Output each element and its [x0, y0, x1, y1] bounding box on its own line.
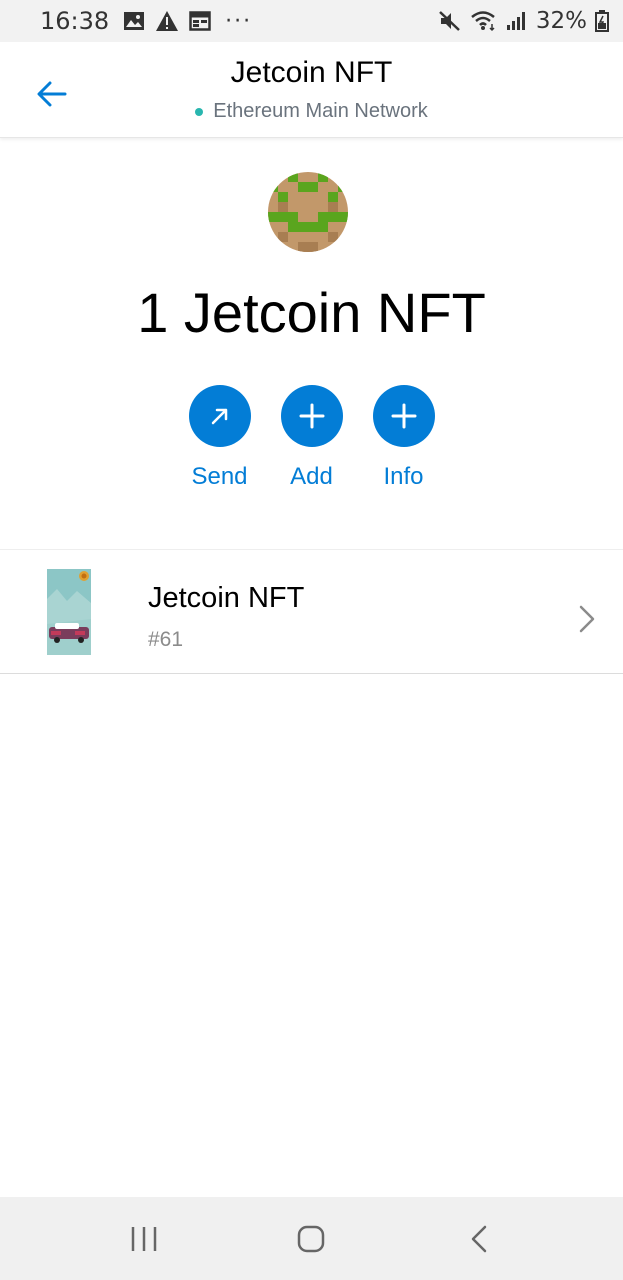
status-left: 16:38 ···: [40, 7, 252, 35]
system-back-button[interactable]: [449, 1209, 509, 1269]
network-indicator: Ethereum Main Network: [0, 100, 623, 123]
recent-apps-icon: [131, 1226, 157, 1251]
send-label: Send: [191, 463, 248, 490]
token-actions: Send Add Info: [0, 385, 623, 491]
plus-icon: [391, 403, 416, 429]
home-button[interactable]: [281, 1209, 341, 1269]
plus-icon: [299, 403, 324, 429]
back-icon: [471, 1225, 487, 1252]
app-header: Jetcoin NFT Ethereum Main Network: [0, 42, 623, 138]
network-name: Ethereum Main Network: [213, 100, 428, 122]
system-nav-bar: [0, 1197, 623, 1280]
calendar-icon: [189, 11, 211, 31]
send-button[interactable]: Send: [188, 385, 251, 491]
chevron-right-icon: [579, 605, 595, 633]
info-label: Info: [383, 463, 424, 490]
nft-list: Jetcoin NFT #61: [0, 549, 623, 674]
page-title: Jetcoin NFT: [230, 56, 393, 89]
battery-icon: [595, 10, 609, 32]
status-more: ···: [225, 8, 253, 34]
warning-icon: [155, 10, 179, 32]
token-balance: 1 Jetcoin NFT: [137, 281, 486, 344]
nft-thumbnail: [47, 569, 91, 655]
status-time: 16:38: [40, 7, 110, 35]
add-circle[interactable]: [280, 385, 343, 447]
send-circle[interactable]: [188, 385, 251, 447]
mute-icon: [438, 10, 462, 32]
recent-apps-button[interactable]: [114, 1209, 174, 1269]
image-icon: [123, 11, 145, 31]
status-right: 32%: [438, 8, 609, 34]
arrow-up-right-icon: [211, 408, 227, 425]
signal-icon: [506, 11, 528, 31]
nft-name: Jetcoin NFT: [148, 582, 305, 614]
nft-token-id: #61: [148, 628, 184, 651]
network-status-dot: [195, 107, 204, 116]
info-button[interactable]: Info: [372, 385, 435, 491]
info-circle[interactable]: [372, 385, 435, 447]
add-button[interactable]: Add: [280, 385, 343, 491]
battery-percent: 32%: [535, 8, 587, 34]
wifi-icon: [470, 10, 498, 32]
home-icon: [298, 1225, 325, 1252]
status-bar: 16:38 ··· 32%: [0, 0, 623, 42]
add-label: Add: [290, 463, 333, 490]
token-avatar: [268, 172, 348, 252]
nft-list-item[interactable]: Jetcoin NFT #61: [0, 550, 623, 673]
